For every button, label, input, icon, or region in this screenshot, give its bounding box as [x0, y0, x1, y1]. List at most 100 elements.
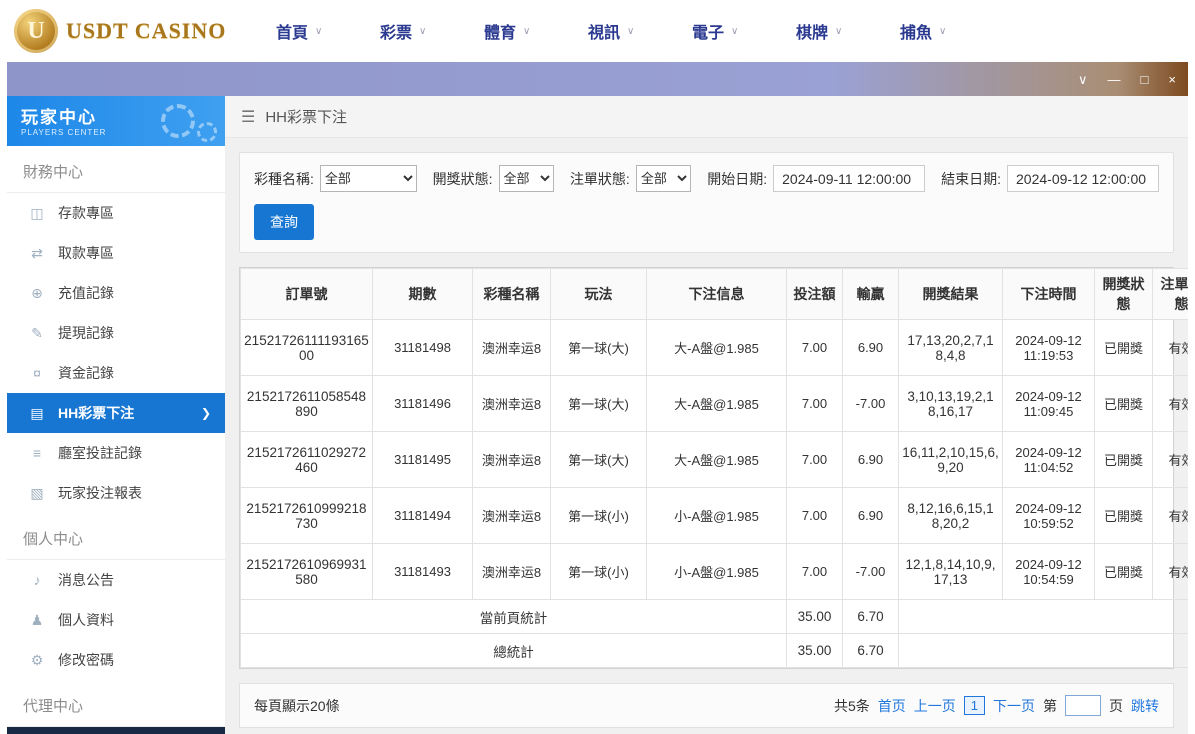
- nav-item-首頁[interactable]: 首頁 ∨: [276, 19, 380, 43]
- sidebar-item-label: 廳室投註記錄: [58, 445, 142, 461]
- cell-issue: 31181494: [372, 487, 473, 544]
- app-window: ∨ — □ × 玩家中心 PLAYERS CENTER 財務中心 ◫ 存款專區 ❯ ⇄ 取…: [0, 62, 1195, 734]
- sidebar-item-廳室投註記錄[interactable]: ≡廳室投註記錄❯: [7, 433, 225, 473]
- cell-order_status: 有效: [1152, 431, 1188, 488]
- current-page-button[interactable]: 1: [963, 696, 985, 715]
- summary-label: 當前頁統計: [240, 599, 787, 634]
- sidebar-header: 玩家中心 PLAYERS CENTER: [7, 96, 225, 146]
- nav-item-label: 彩票: [380, 25, 413, 42]
- start-date-label: 開始日期:: [707, 170, 768, 187]
- menu-icon[interactable]: ☰: [241, 107, 255, 127]
- sidebar-item-label: 玩家投注報表: [58, 485, 142, 501]
- cell-amount: 7.00: [786, 487, 843, 544]
- cell-order_status: 有效: [1152, 487, 1188, 544]
- sidebar-item-消息公告[interactable]: ♪消息公告❯: [7, 560, 225, 600]
- search-button[interactable]: 查詢: [254, 204, 314, 240]
- cell-result: 3,10,13,19,2,18,16,17: [898, 375, 1003, 432]
- cell-bet_info: 小-A盤@1.985: [646, 543, 787, 600]
- column-header: 彩種名稱: [472, 268, 551, 320]
- window-minimize-button[interactable]: —: [1108, 73, 1121, 86]
- column-header: 投注額: [786, 268, 843, 320]
- order-status-select[interactable]: 全部: [635, 165, 692, 192]
- logo-letter: U: [27, 17, 45, 44]
- jump-label-suffix: 页: [1109, 697, 1123, 714]
- start-date-input[interactable]: [773, 165, 926, 192]
- cell-order: 2152172610969931580: [240, 543, 373, 600]
- cell-issue: 31181493: [372, 543, 473, 600]
- summary-winloss: 6.70: [842, 633, 899, 668]
- cell-play: 第一球(小): [550, 487, 647, 544]
- sidebar-item-資金記錄[interactable]: ¤資金記錄❯: [7, 353, 225, 393]
- column-header: 下注時間: [1002, 268, 1095, 320]
- nav-item-視訊[interactable]: 視訊 ∨: [588, 19, 692, 43]
- sidebar-item-個人資料[interactable]: ♟個人資料❯: [7, 600, 225, 640]
- chevron-down-icon: ∨: [939, 25, 947, 37]
- sidebar-item-label: 充值記錄: [58, 285, 114, 301]
- poker-chip-icon: [197, 122, 217, 142]
- draw-status-select[interactable]: 全部: [498, 165, 554, 192]
- column-header: 注單狀態: [1152, 268, 1188, 320]
- bets-table-wrap: 訂單號期數彩種名稱玩法下注信息投注額輸贏開獎結果下注時間開獎狀態注單狀態 215…: [239, 267, 1188, 669]
- sidebar-item-label: 個人資料: [58, 612, 114, 628]
- nav-item-label: 捕魚: [900, 25, 933, 42]
- summary-row: 總統計 35.00 6.70: [240, 633, 1188, 668]
- window-maximize-button[interactable]: □: [1141, 73, 1149, 86]
- bet-report-icon: ▧: [30, 484, 44, 501]
- table-row: 2152172610969931580 31181493 澳洲幸运8 第一球(小) 小-…: [240, 543, 1188, 600]
- cell-play: 第一球(小): [550, 543, 647, 600]
- page: U USDT CASINO 首頁 ∨ 彩票 ∨ 體育 ∨ 視訊 ∨ 電子 ∨ 棋牌 ∨ 捕魚 ∨ ∨ — …: [0, 0, 1195, 734]
- prev-page-link[interactable]: 上一页: [914, 696, 956, 716]
- chevron-down-icon: ∨: [627, 25, 635, 37]
- nav-item-捕魚[interactable]: 捕魚 ∨: [900, 19, 1004, 43]
- column-header: 下注信息: [646, 268, 787, 320]
- sidebar-item-充值記錄[interactable]: ⊕充值記錄❯: [7, 273, 225, 313]
- first-page-link[interactable]: 首页: [878, 696, 906, 716]
- cell-order: 2152172610999218730: [240, 487, 373, 544]
- sidebar-section-title: 財務中心: [7, 146, 225, 193]
- sidebar-item-提現記錄[interactable]: ✎提現記錄❯: [7, 313, 225, 353]
- summary-winloss: 6.70: [842, 599, 899, 634]
- sidebar-section-title: 代理中心: [7, 680, 225, 727]
- per-page-label: 每頁顯示20條: [254, 697, 340, 714]
- column-header: 開獎結果: [898, 268, 1003, 320]
- nav-item-體育[interactable]: 體育 ∨: [484, 19, 588, 43]
- summary-row: 當前頁統計 35.00 6.70: [240, 599, 1188, 634]
- summary-empty: [898, 633, 1188, 668]
- cell-lottery: 澳洲幸运8: [472, 543, 551, 600]
- lottery-name-select[interactable]: 全部: [319, 165, 417, 192]
- end-date-input[interactable]: [1007, 165, 1160, 192]
- sidebar-item-修改密碼[interactable]: ⚙修改密碼❯: [7, 640, 225, 680]
- cell-lottery: 澳洲幸运8: [472, 487, 551, 544]
- nav-item-棋牌[interactable]: 棋牌 ∨: [796, 19, 900, 43]
- nav-item-電子[interactable]: 電子 ∨: [692, 19, 796, 43]
- sidebar: 玩家中心 PLAYERS CENTER 財務中心◫存款專區❯⇄取款專區❯⊕充值記…: [7, 96, 225, 734]
- nav-item-彩票[interactable]: 彩票 ∨: [380, 19, 484, 43]
- cell-play: 第一球(大): [550, 375, 647, 432]
- main-panel: ☰ HH彩票下注 彩種名稱: 全部 開獎狀態: 全部 注單狀態: 全部 開始日期…: [225, 96, 1188, 734]
- sidebar-item-HH彩票下注[interactable]: ▤ HH彩票下注 ❯: [7, 393, 225, 433]
- summary-label: 總統計: [240, 633, 787, 668]
- sidebar-item-label: 提現記錄: [58, 325, 114, 341]
- summary-amount: 35.00: [786, 599, 843, 634]
- next-page-link[interactable]: 下一页: [993, 696, 1035, 716]
- filter-row: 彩種名稱: 全部 開獎狀態: 全部 注單狀態: 全部 開始日期: 2024-09…: [254, 165, 1160, 192]
- page-jump-input[interactable]: [1065, 695, 1101, 716]
- chevron-down-icon: ∨: [731, 25, 739, 37]
- nav-item-label: 棋牌: [796, 25, 829, 42]
- deposit-icon: ◫: [30, 204, 44, 221]
- window-dropdown-icon[interactable]: ∨: [1078, 73, 1088, 86]
- window-close-button[interactable]: ×: [1168, 73, 1176, 86]
- draw-status-label: 開獎狀態:: [432, 170, 493, 187]
- cell-draw_status: 已開獎: [1094, 319, 1153, 376]
- sidebar-item-label: HH彩票下注: [58, 405, 135, 421]
- sidebar-item-label: 取款專區: [58, 245, 114, 261]
- jump-link[interactable]: 跳转: [1131, 696, 1159, 716]
- sidebar-item-存款專區[interactable]: ◫存款專區❯: [7, 193, 225, 233]
- funds-record-icon: ¤: [33, 365, 41, 381]
- bets-table: 訂單號期數彩種名稱玩法下注信息投注額輸贏開獎結果下注時間開獎狀態注單狀態 215…: [240, 268, 1188, 668]
- logo[interactable]: U USDT CASINO: [14, 9, 254, 53]
- lottery-bet-icon: ▤: [30, 404, 44, 421]
- sidebar-item-玩家投注報表[interactable]: ▧玩家投注報表❯: [7, 473, 225, 513]
- sidebar-item-取款專區[interactable]: ⇄取款專區❯: [7, 233, 225, 273]
- page-title: HH彩票下注: [265, 109, 348, 126]
